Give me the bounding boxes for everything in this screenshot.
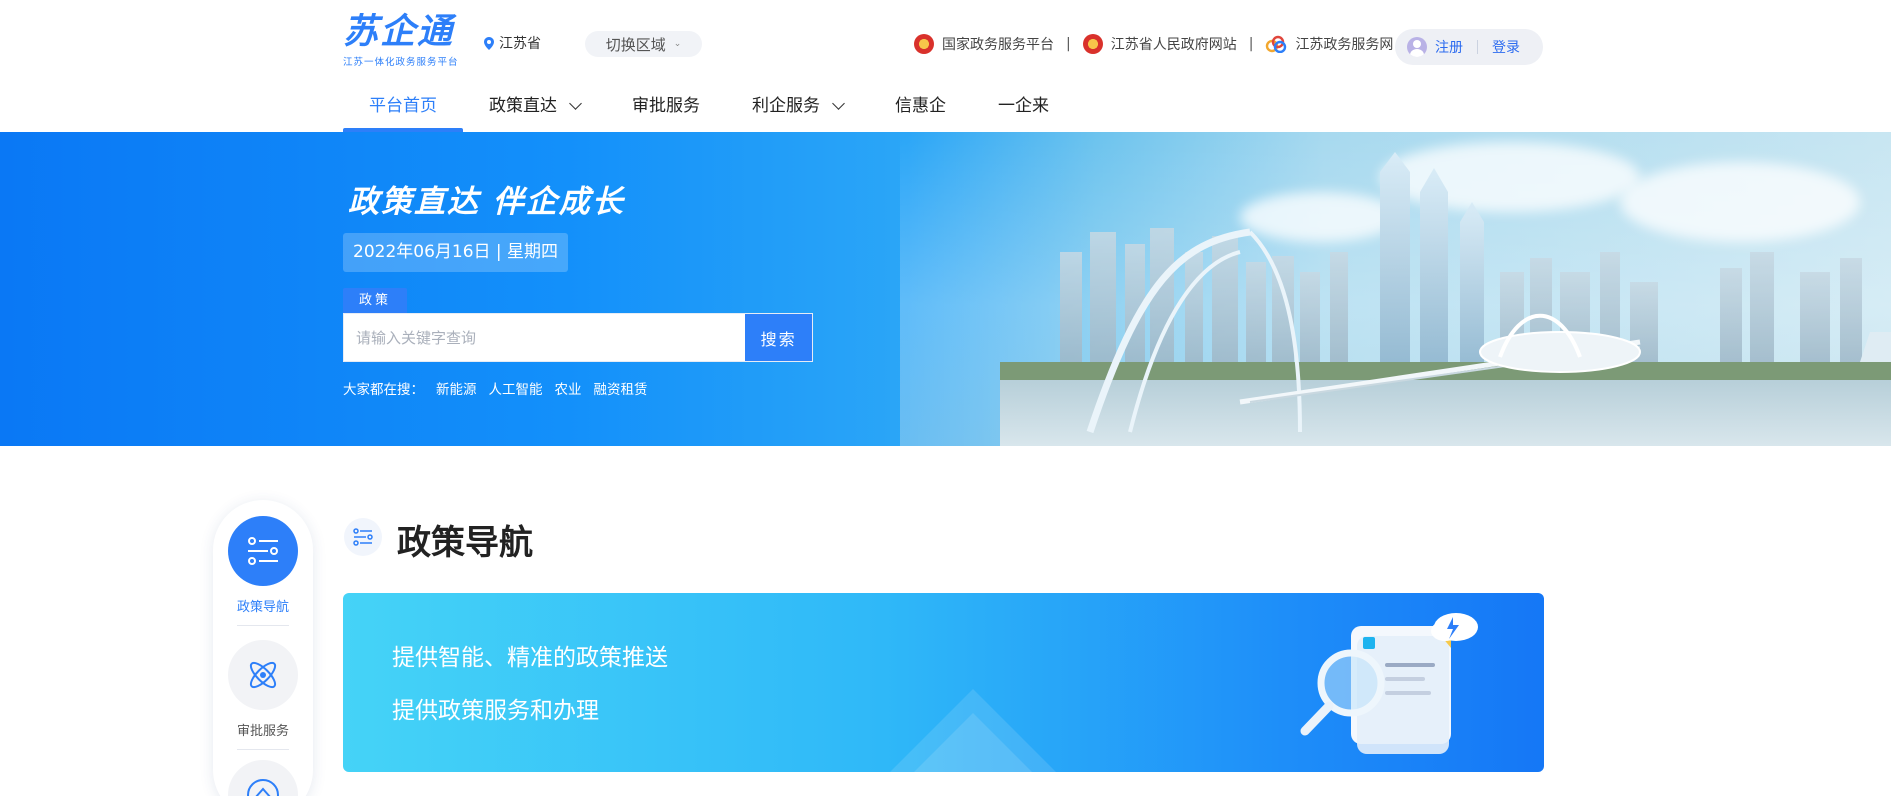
section-title: 政策导航 — [397, 523, 533, 563]
sliders-icon — [353, 528, 373, 546]
nav-item-xinhuiqi[interactable]: 信惠企 — [869, 86, 972, 132]
location-pin-icon — [484, 36, 494, 50]
current-date: 2022年06月16日 | 星期四 — [343, 233, 569, 272]
divider: | — [1248, 36, 1254, 52]
divider: | — [1066, 36, 1071, 52]
hot-search-item[interactable]: 融资租赁 — [594, 378, 648, 398]
sliders-icon — [248, 537, 278, 565]
switch-region-label: 切换区域 — [605, 35, 666, 54]
divider — [1477, 40, 1478, 54]
city-skyline-image — [1000, 152, 1891, 446]
user-avatar-icon — [1407, 37, 1427, 57]
side-nav: 政策导航 审批服务 — [213, 500, 313, 796]
hot-search-item[interactable]: 新能源 — [436, 378, 477, 398]
side-nav-icon-wrap — [228, 640, 298, 710]
logo-text: 苏企通 — [343, 12, 455, 52]
search-button[interactable]: 搜索 — [745, 314, 812, 361]
section-icon-wrap — [344, 518, 382, 556]
search-bar: 搜索 — [343, 313, 813, 362]
nav-label: 一企来 — [998, 96, 1049, 116]
side-nav-label: 审批服务 — [236, 724, 289, 739]
nav-item-home[interactable]: 平台首页 — [343, 86, 463, 132]
current-location: 江苏省 — [484, 33, 541, 53]
link-jiangsu-service-net[interactable]: 江苏政务服务网 — [1265, 34, 1393, 54]
national-emblem-icon — [1082, 34, 1103, 54]
side-nav-icon-wrap — [228, 516, 298, 586]
switch-region-button[interactable]: 切换区域 ⌄ — [585, 31, 702, 57]
side-nav-label: 政策导航 — [236, 600, 289, 615]
link-jiangsu-gov-site[interactable]: 江苏省人民政府网站 — [1082, 34, 1237, 54]
nav-item-approval[interactable]: 审批服务 — [606, 86, 726, 132]
site-header: 苏企通 江苏一体化政务服务平台 江苏省 切换区域 ⌄ 国家政务服务平台 | 江苏… — [0, 0, 1891, 132]
nav-label: 利企服务 — [752, 96, 820, 116]
divider — [237, 749, 289, 750]
hot-searches: 大家都在搜： 新能源 人工智能 农业 融资租赁 — [343, 378, 660, 398]
hot-searches-label: 大家都在搜： — [343, 382, 424, 398]
banner-slogan: 政策直达 伴企成长 — [348, 184, 625, 220]
jiangsu-gov-logo-icon — [1266, 35, 1287, 53]
policy-intro-card: 提供智能、精准的政策推送 提供政策服务和办理 — [343, 593, 1544, 772]
card-line-2: 提供政策服务和办理 — [392, 698, 599, 724]
register-link[interactable]: 注册 — [1435, 37, 1463, 57]
nav-label: 平台首页 — [369, 96, 437, 116]
divider — [237, 625, 289, 626]
hero-banner: 政策直达 伴企成长 2022年06月16日 | 星期四 政策 搜索 大家都在搜：… — [0, 132, 1891, 446]
link-label: 江苏省人民政府网站 — [1110, 37, 1237, 53]
house-icon — [247, 779, 279, 796]
main-nav: 平台首页 政策直达 审批服务 利企服务 信惠企 一企来 — [343, 86, 1075, 132]
atom-icon — [249, 661, 277, 689]
login-link[interactable]: 登录 — [1492, 37, 1520, 57]
auth-area: 注册 登录 — [1395, 29, 1543, 65]
decorative-triangle — [913, 713, 1033, 772]
chevron-down-icon: ⌄ — [673, 39, 682, 49]
top-links: 国家政务服务平台 | 江苏省人民政府网站 | 江苏政务服务网 — [914, 34, 1393, 54]
link-label: 国家政务服务平台 — [942, 37, 1054, 53]
nav-label: 审批服务 — [632, 96, 700, 116]
nav-item-yiqilai[interactable]: 一企来 — [972, 86, 1075, 132]
logo-subtitle: 江苏一体化政务服务平台 — [343, 57, 459, 68]
location-label: 江苏省 — [499, 36, 541, 52]
side-nav-icon-wrap — [228, 760, 298, 796]
link-label: 江苏政务服务网 — [1295, 37, 1394, 53]
chevron-down-icon — [832, 97, 845, 110]
hot-search-item[interactable]: 人工智能 — [489, 378, 543, 398]
search-input[interactable] — [344, 314, 746, 361]
nav-item-policy[interactable]: 政策直达 — [463, 86, 606, 132]
nav-item-enterprise-services[interactable]: 利企服务 — [726, 86, 869, 132]
side-nav-item-third[interactable] — [213, 760, 313, 796]
side-nav-item-policy-navigation[interactable]: 政策导航 — [213, 516, 313, 626]
site-logo[interactable]: 苏企通 江苏一体化政务服务平台 — [343, 12, 465, 70]
national-emblem-icon — [914, 34, 934, 54]
hot-search-item[interactable]: 农业 — [555, 378, 582, 398]
document-search-illustration — [1300, 613, 1478, 754]
card-line-1: 提供智能、精准的政策推送 — [392, 645, 668, 671]
side-nav-item-approval[interactable]: 审批服务 — [213, 640, 313, 750]
link-national-gov-service[interactable]: 国家政务服务平台 — [914, 34, 1054, 54]
nav-label: 信惠企 — [895, 96, 946, 116]
search-tab-policy[interactable]: 政策 — [343, 288, 407, 313]
chevron-down-icon — [569, 97, 582, 110]
nav-label: 政策直达 — [489, 96, 557, 116]
